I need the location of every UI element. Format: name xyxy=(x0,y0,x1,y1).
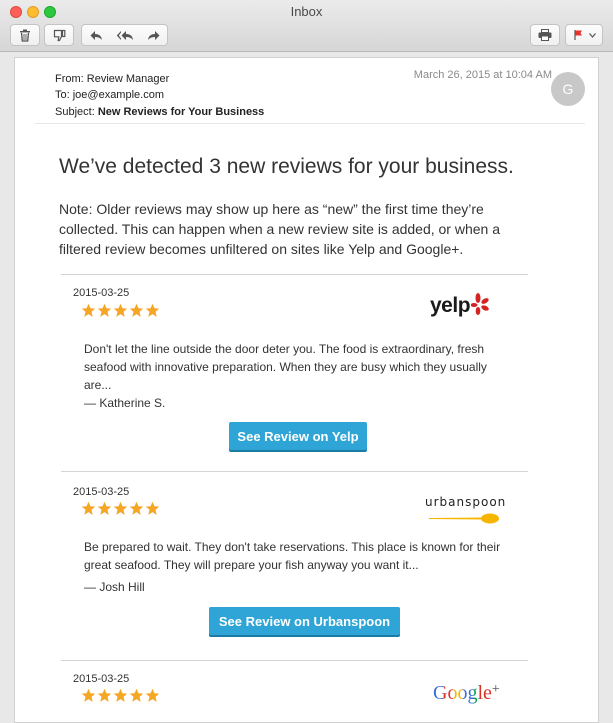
urbanspoon-logo-text: urbanspoon xyxy=(425,495,507,509)
star-icon xyxy=(129,303,144,317)
star-icon xyxy=(145,501,160,515)
star-icon xyxy=(129,501,144,515)
see-review-urbanspoon-button[interactable]: See Review on Urbanspoon xyxy=(209,607,400,635)
star-rating xyxy=(81,501,160,516)
star-rating xyxy=(81,688,160,703)
star-icon xyxy=(81,688,96,702)
subject-line: Subject: New Reviews for Your Business xyxy=(55,106,264,118)
spoon-icon xyxy=(425,512,515,530)
trash-icon xyxy=(19,29,31,42)
star-icon xyxy=(129,688,144,702)
to-line: To: joe@example.com xyxy=(55,89,164,101)
flag-icon xyxy=(573,29,585,41)
star-icon xyxy=(145,303,160,317)
star-icon xyxy=(81,501,96,515)
review-divider xyxy=(61,274,528,275)
review-date: 2015-03-25 xyxy=(73,673,130,685)
review-divider xyxy=(61,660,528,661)
email-headline: We’ve detected 3 new reviews for your bu… xyxy=(59,155,514,178)
avatar: G xyxy=(551,72,585,106)
delete-button[interactable] xyxy=(10,24,40,46)
reply-all-icon[interactable] xyxy=(116,30,134,41)
star-rating xyxy=(81,303,160,318)
reply-icon[interactable] xyxy=(89,30,103,41)
thumbs-down-icon xyxy=(53,29,66,42)
message-date: March 26, 2015 at 10:04 AM xyxy=(413,69,552,81)
printer-icon xyxy=(538,29,552,41)
junk-button[interactable] xyxy=(44,24,74,46)
star-icon xyxy=(113,688,128,702)
flag-button[interactable] xyxy=(565,24,603,46)
review-author: — Josh Hill xyxy=(84,580,145,594)
subject-text: New Reviews for Your Business xyxy=(97,106,265,118)
urbanspoon-logo: urbanspoon xyxy=(425,495,515,530)
star-icon xyxy=(113,303,128,317)
yelp-burst-icon xyxy=(470,293,491,322)
reply-group xyxy=(81,24,168,46)
from-line: From: Review Manager xyxy=(55,73,170,85)
email-note: Note: Older reviews may show up here as … xyxy=(59,201,501,257)
subject-label: Subject: xyxy=(55,106,98,118)
star-icon xyxy=(145,688,160,702)
mail-window: Inbox From: Review Manager To: joe@examp… xyxy=(0,0,613,723)
yelp-logo: yelp xyxy=(430,293,491,322)
review-author: — Katherine S. xyxy=(84,396,166,410)
review-date: 2015-03-25 xyxy=(73,287,130,299)
review-divider xyxy=(61,471,528,472)
google-logo-text: Google xyxy=(433,682,492,704)
message-pane[interactable]: From: Review Manager To: joe@example.com… xyxy=(14,57,599,723)
google-plus-logo: Google+ xyxy=(433,682,500,705)
see-review-yelp-button[interactable]: See Review on Yelp xyxy=(229,422,367,450)
print-button[interactable] xyxy=(530,24,560,46)
review-text: Don't let the line outside the door dete… xyxy=(84,342,487,392)
title-bar: Inbox xyxy=(0,0,613,52)
yelp-logo-text: yelp xyxy=(430,294,471,317)
message-header: From: Review Manager To: joe@example.com… xyxy=(35,58,585,124)
google-plus-sign: + xyxy=(491,682,500,697)
review-date: 2015-03-25 xyxy=(73,486,130,498)
window-title: Inbox xyxy=(290,4,323,19)
star-icon xyxy=(113,501,128,515)
review-text: Be prepared to wait. They don't take res… xyxy=(84,540,501,572)
star-icon xyxy=(97,688,112,702)
chevron-down-icon xyxy=(588,32,596,38)
star-icon xyxy=(97,501,112,515)
star-icon xyxy=(81,303,96,317)
star-icon xyxy=(97,303,112,317)
forward-icon[interactable] xyxy=(147,30,161,41)
